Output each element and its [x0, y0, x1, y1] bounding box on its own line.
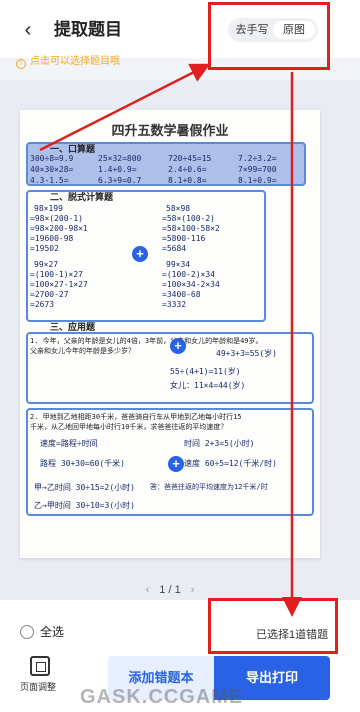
hw-line: =98×200-98×1 [30, 224, 88, 233]
info-icon: ! [16, 59, 26, 69]
hw-line: 99×34 [166, 260, 191, 269]
hw-line: =19600-98 [30, 234, 74, 243]
hw-line: 路程 30+30=60(千米) [40, 459, 125, 468]
hw-line: =3400-68 [162, 290, 201, 299]
page-indicator: 1 / 1 [159, 584, 181, 596]
hw-line: 40×30×28= [30, 165, 74, 174]
problem-text: 千米，从乙地回甲地每小时行10千米，求爸爸往返的平均速度？ [30, 423, 228, 431]
hw-line: =2673 [30, 300, 55, 309]
hw-line: =5800-116 [162, 234, 206, 243]
hw-line: 7×99=700 [238, 165, 277, 174]
hw-line: 1.4+0.9= [98, 165, 137, 174]
hw-line: 速度 60÷5=12(千米/时) [184, 459, 277, 468]
hw-line: 4.3-1.5= [30, 176, 69, 185]
hint-text-row: ! 点击可以选择题目哦 [16, 54, 120, 70]
hw-line: 99×27 [34, 260, 59, 269]
hw-line: 25×32=800 [98, 154, 142, 163]
hw-line: 时间 2+3=5(小时) [184, 439, 255, 448]
chevron-left-icon: ‹ [24, 19, 32, 41]
hw-line: =98×(200-1) [30, 214, 83, 223]
hw-line: 7.2÷3.2= [238, 154, 277, 163]
hw-line: 2.4÷0.6= [168, 165, 207, 174]
annotation-highlight-box [208, 2, 330, 70]
problem-text: 1. 今年，父亲的年龄是女儿的4倍，3年前，父亲和女儿的年龄和是49岁。 [30, 337, 263, 345]
plus-icon[interactable]: + [168, 456, 184, 472]
crop-icon[interactable] [30, 656, 50, 676]
chevron-left-icon[interactable]: ‹ [146, 584, 150, 596]
hw-line: 8.1÷0.9= [238, 176, 277, 185]
hw-line: 6.3÷9=0.7 [98, 176, 142, 185]
hw-line: =5684 [162, 244, 187, 253]
hw-line: =100×27-1×27 [30, 280, 88, 289]
hw-line: 答：爸爸往返的平均速度为12千米/时 [150, 483, 268, 491]
plus-icon[interactable]: + [170, 338, 186, 354]
watermark: GASK.CCGAME [80, 686, 244, 708]
hw-line: =2700-27 [30, 290, 69, 299]
problem-text: 2. 甲地到乙地相距30千米，爸爸骑自行车从甲地到乙地每小时行15 [30, 413, 242, 421]
hw-line: =58×(100-2) [162, 214, 215, 223]
hw-line: 720÷45=15 [168, 154, 212, 163]
hw-line: =(100-1)×27 [30, 270, 83, 279]
hw-line: 8.1+0.8= [168, 176, 207, 185]
hw-line: 女儿：11×4=44(岁) [170, 381, 246, 390]
hw-line: =100×34-2×34 [162, 280, 220, 289]
worksheet-image: 四升五数学暑假作业 一、口算题 300÷8=9.9 25×32=800 720÷… [20, 110, 320, 558]
hw-line: 速度=路程÷时间 [40, 439, 98, 448]
hw-line: 98×199 [34, 204, 63, 213]
hw-line: 300÷8=9.9 [30, 154, 74, 163]
section-title: 二、脱式计算题 [50, 192, 114, 202]
page-title: 提取题目 [54, 20, 122, 39]
hint-text: 点击可以选择题目哦 [30, 56, 120, 67]
hw-line: 58×98 [166, 204, 191, 213]
back-button[interactable]: ‹ [16, 18, 40, 42]
hw-line: =19502 [30, 244, 59, 253]
annotation-highlight-box [208, 598, 338, 654]
worksheet-title: 四升五数学暑假作业 [111, 124, 229, 139]
problem-text: 父亲和女儿今年的年龄是多少岁？ [30, 347, 135, 355]
select-all-label[interactable]: 全选 [40, 624, 64, 640]
hw-line: 甲→乙时间 30÷15=2(小时) [34, 483, 135, 492]
hw-line: =58×100-58×2 [162, 224, 220, 233]
hw-line: =(100-2)×34 [162, 270, 215, 279]
select-all-radio[interactable] [20, 625, 34, 639]
hw-line: 乙→甲时间 30÷10=3(小时) [34, 501, 135, 510]
hw-line: =3332 [162, 300, 187, 309]
hw-line: 49+3+3=55(岁) [216, 349, 277, 358]
hw-line: 55÷(4+1)=11(岁) [170, 367, 241, 376]
chevron-right-icon[interactable]: › [191, 584, 195, 596]
plus-icon[interactable]: + [132, 246, 148, 262]
pager: ‹ 1 / 1 › [0, 584, 340, 596]
page-adjust-label[interactable]: 页面调整 [20, 680, 56, 693]
